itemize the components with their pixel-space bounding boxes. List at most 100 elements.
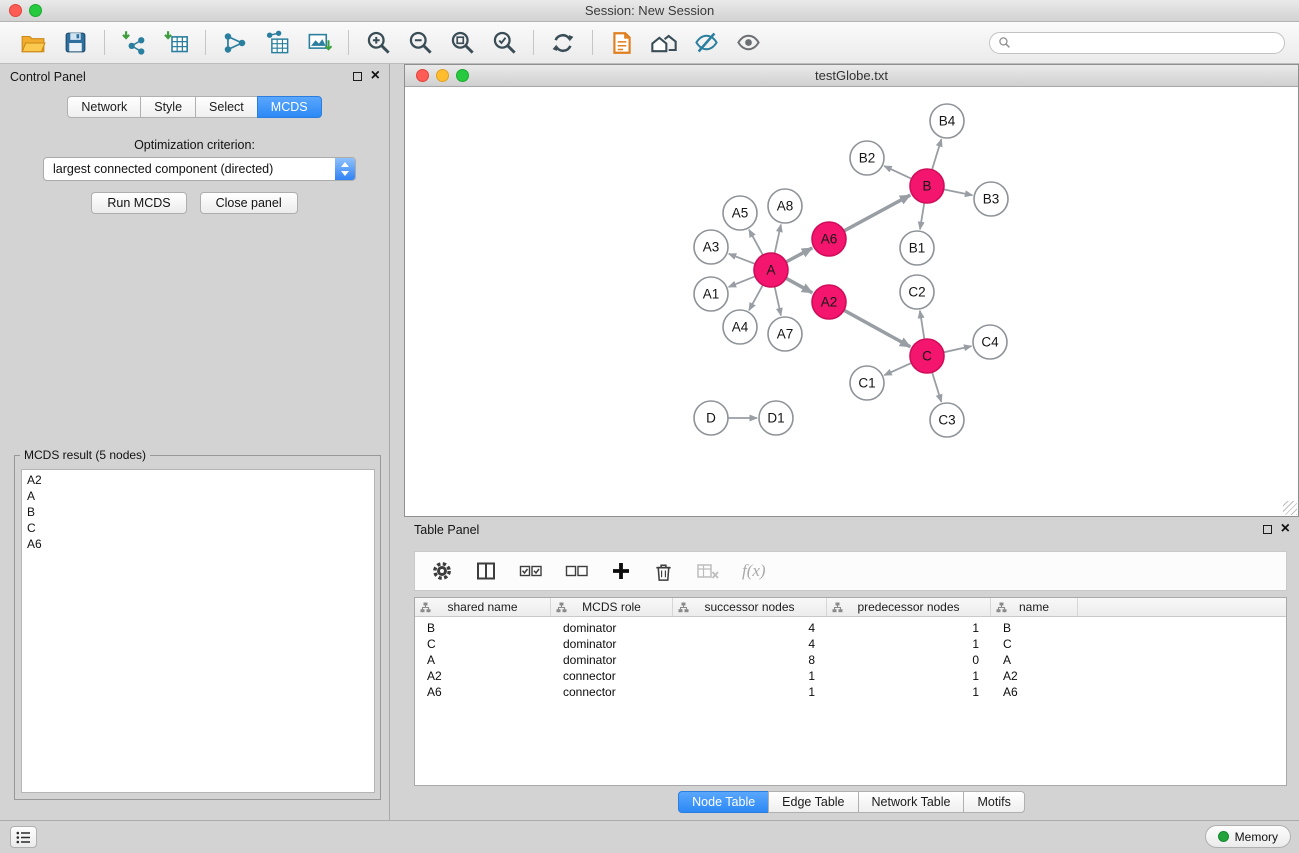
edge-A-A3[interactable] <box>729 254 755 264</box>
node-C1[interactable]: C1 <box>850 366 884 400</box>
edge-C-C1[interactable] <box>884 363 911 375</box>
float-table-panel-icon[interactable] <box>1263 525 1272 534</box>
network-canvas[interactable]: B4B2BB3A5A8A6B1A3AC2A1A2A4A7C4CC1C3DD1 <box>405 87 1298 516</box>
tab-network[interactable]: Network <box>67 96 141 118</box>
column-header-shared-name[interactable]: shared name <box>415 598 551 616</box>
resize-grip[interactable] <box>1283 501 1297 515</box>
node-A3[interactable]: A3 <box>694 230 728 264</box>
edge-B-B2[interactable] <box>884 166 911 179</box>
delete-table-button[interactable] <box>696 561 720 581</box>
edge-B-B4[interactable] <box>932 139 941 170</box>
network-table-button[interactable] <box>261 27 293 59</box>
column-header-name[interactable]: name <box>991 598 1078 616</box>
table-settings-button[interactable] <box>431 560 453 582</box>
tab-style[interactable]: Style <box>140 96 196 118</box>
edge-B-B1[interactable] <box>920 203 924 229</box>
tab-network-table[interactable]: Network Table <box>858 791 965 813</box>
edge-A2-C[interactable] <box>844 310 910 347</box>
edge-A6-B[interactable] <box>844 195 910 231</box>
edge-A-A6[interactable] <box>786 248 812 262</box>
optimization-criterion-dropdown[interactable]: largest connected component (directed) <box>43 157 356 181</box>
float-panel-icon[interactable] <box>353 72 362 81</box>
node-A1[interactable]: A1 <box>694 277 728 311</box>
import-network-button[interactable] <box>118 27 150 59</box>
edge-A-A2[interactable] <box>786 278 812 293</box>
node-C2[interactable]: C2 <box>900 275 934 309</box>
node-C3[interactable]: C3 <box>930 403 964 437</box>
maximize-network-button[interactable] <box>456 69 469 82</box>
node-B2[interactable]: B2 <box>850 141 884 175</box>
node-B3[interactable]: B3 <box>974 182 1008 216</box>
node-A8[interactable]: A8 <box>768 189 802 223</box>
tab-select[interactable]: Select <box>195 96 258 118</box>
show-details-button[interactable] <box>732 27 764 59</box>
node-A2[interactable]: A2 <box>812 285 846 319</box>
network-view-button[interactable] <box>219 27 251 59</box>
edge-C-C3[interactable] <box>932 372 941 402</box>
zoom-window-button[interactable] <box>29 4 42 17</box>
node-A7[interactable]: A7 <box>768 317 802 351</box>
edge-C-C4[interactable] <box>944 346 972 352</box>
edge-A-A7[interactable] <box>775 287 781 316</box>
mcds-result-list[interactable]: A2ABCA6 <box>21 469 375 793</box>
node-A6[interactable]: A6 <box>812 222 846 256</box>
run-mcds-button[interactable]: Run MCDS <box>91 192 186 214</box>
select-all-button[interactable] <box>519 561 543 581</box>
column-header-MCDS-role[interactable]: MCDS role <box>551 598 673 616</box>
minimize-network-button[interactable] <box>436 69 449 82</box>
mcds-result-item[interactable]: A <box>22 488 374 504</box>
edge-A-A1[interactable] <box>729 276 756 287</box>
table-row[interactable]: A6connector11A6 <box>415 684 1286 700</box>
node-C4[interactable]: C4 <box>973 325 1007 359</box>
home-button[interactable] <box>648 27 680 59</box>
table-row[interactable]: Cdominator41C <box>415 636 1286 652</box>
dropdown-stepper-icon[interactable] <box>335 158 355 180</box>
table-row[interactable]: A2connector11A2 <box>415 668 1286 684</box>
close-network-button[interactable] <box>416 69 429 82</box>
network-image-button[interactable] <box>303 27 335 59</box>
column-header-predecessor-nodes[interactable]: predecessor nodes <box>827 598 991 616</box>
zoom-selected-button[interactable] <box>488 27 520 59</box>
show-columns-button[interactable] <box>475 560 497 582</box>
tab-node-table[interactable]: Node Table <box>678 791 769 813</box>
edge-A-A4[interactable] <box>749 285 763 310</box>
mcds-result-item[interactable]: A6 <box>22 536 374 552</box>
node-B[interactable]: B <box>910 169 944 203</box>
task-history-button[interactable] <box>10 826 37 848</box>
search-field[interactable] <box>989 32 1285 54</box>
close-panel-icon[interactable]: × <box>371 70 380 82</box>
network-graph[interactable]: B4B2BB3A5A8A6B1A3AC2A1A2A4A7C4CC1C3DD1 <box>405 87 1298 516</box>
close-panel-button[interactable]: Close panel <box>200 192 298 214</box>
edge-A-A5[interactable] <box>749 230 763 255</box>
zoom-fit-button[interactable] <box>446 27 478 59</box>
node-B4[interactable]: B4 <box>930 104 964 138</box>
zoom-out-button[interactable] <box>404 27 436 59</box>
mcds-result-item[interactable]: C <box>22 520 374 536</box>
edge-A-A8[interactable] <box>775 225 781 254</box>
table-row[interactable]: Adominator80A <box>415 652 1286 668</box>
memory-button[interactable]: Memory <box>1205 825 1291 848</box>
node-A4[interactable]: A4 <box>723 310 757 344</box>
tab-mcds[interactable]: MCDS <box>257 96 322 118</box>
edge-B-B3[interactable] <box>944 189 973 195</box>
apply-layout-button[interactable] <box>547 27 579 59</box>
open-session-button[interactable] <box>17 27 49 59</box>
node-A[interactable]: A <box>754 253 788 287</box>
delete-column-button[interactable] <box>653 561 674 582</box>
save-session-button[interactable] <box>59 27 91 59</box>
close-table-panel-icon[interactable]: × <box>1281 523 1290 535</box>
column-header-successor-nodes[interactable]: successor nodes <box>673 598 827 616</box>
import-table-button[interactable] <box>160 27 192 59</box>
search-input[interactable] <box>1016 36 1276 50</box>
add-column-button[interactable] <box>611 561 631 581</box>
hide-selected-button[interactable] <box>690 27 722 59</box>
zoom-in-button[interactable] <box>362 27 394 59</box>
node-B1[interactable]: B1 <box>900 231 934 265</box>
function-builder-button[interactable]: f(x) <box>742 561 766 581</box>
annotation-button[interactable] <box>606 27 638 59</box>
node-D[interactable]: D <box>694 401 728 435</box>
network-window-titlebar[interactable]: testGlobe.txt <box>405 65 1298 87</box>
node-C[interactable]: C <box>910 339 944 373</box>
edge-C-C2[interactable] <box>920 311 924 339</box>
deselect-all-button[interactable] <box>565 561 589 581</box>
